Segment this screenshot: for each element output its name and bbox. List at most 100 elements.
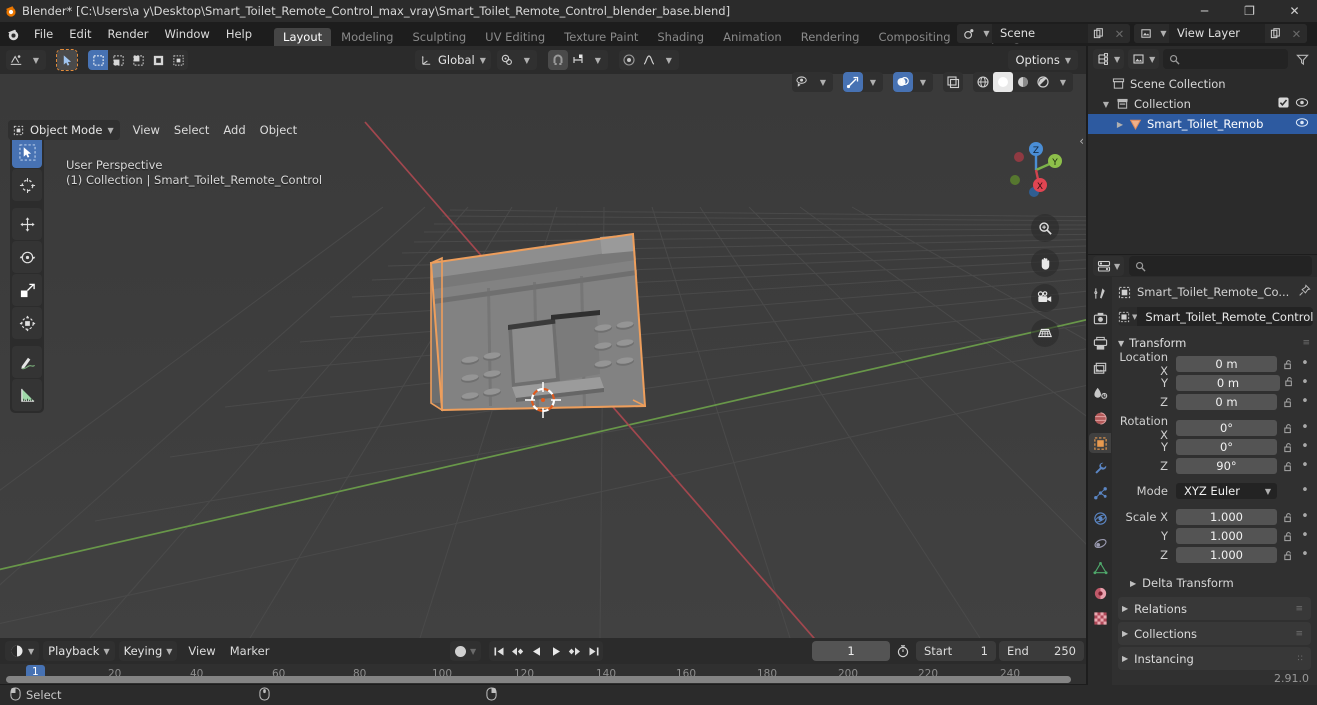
jump-to-end-button[interactable] <box>584 641 603 661</box>
view-layer-chevron-down-icon[interactable]: ▼ <box>1158 24 1169 43</box>
magnet-icon[interactable] <box>547 50 568 70</box>
delta-transform-panel[interactable]: ▶ Delta Transform <box>1118 572 1311 594</box>
minimize-button[interactable]: ─ <box>1182 0 1227 22</box>
physics-tab[interactable] <box>1089 508 1111 528</box>
object-tab[interactable] <box>1089 433 1111 453</box>
cursor-tool[interactable] <box>12 169 42 201</box>
scale-tool[interactable] <box>12 274 42 306</box>
scale-z-lock-icon[interactable] <box>1281 550 1295 561</box>
material-tab[interactable] <box>1089 583 1111 603</box>
previous-keyframe-button[interactable] <box>508 641 527 661</box>
outliner-row-collection[interactable]: ▼ Collection <box>1088 94 1317 114</box>
use-preview-range-icon[interactable] <box>893 642 913 660</box>
proportional-editing-controls[interactable]: ▼ <box>618 50 679 70</box>
rotation-mode-dropdown[interactable]: XYZ Euler ▼ <box>1176 483 1277 499</box>
current-frame-field[interactable]: 1 <box>812 641 890 661</box>
collection-expand-triangle-icon[interactable]: ▼ <box>1100 100 1112 109</box>
viewport-sidebar-toggle-icon[interactable]: ‹ <box>1079 134 1084 148</box>
workspace-tab-modeling[interactable]: Modeling <box>332 28 402 46</box>
timeline-editor-type-selector[interactable]: ▼ <box>5 641 40 661</box>
annotate-tool[interactable] <box>12 346 42 378</box>
outliner-search-input[interactable] <box>1163 49 1288 69</box>
scene-tab[interactable] <box>1089 383 1111 403</box>
rotation-y-value[interactable]: 0° <box>1176 439 1277 455</box>
select-intersect-icon[interactable] <box>168 50 188 70</box>
rotation-x-lock-icon[interactable] <box>1281 423 1295 434</box>
new-view-layer-button[interactable] <box>1265 24 1286 43</box>
view-layer-selector[interactable]: ▼ View Layer ✕ <box>1134 24 1307 43</box>
location-y-lock-icon[interactable] <box>1284 376 1295 390</box>
xray-toggle[interactable] <box>943 72 963 92</box>
menu-help[interactable]: Help <box>218 22 260 46</box>
world-tab[interactable] <box>1089 408 1111 428</box>
workspace-tab-texture-paint[interactable]: Texture Paint <box>555 28 647 46</box>
select-extend-icon[interactable] <box>108 50 128 70</box>
xray-icon[interactable] <box>943 72 963 92</box>
scene-selector[interactable]: ▼ Scene ✕ <box>957 24 1130 43</box>
outliner-editor-type-selector[interactable]: ▼ <box>1093 49 1125 69</box>
wireframe-shading-icon[interactable] <box>973 72 993 92</box>
menu-window[interactable]: Window <box>156 22 217 46</box>
rotation-x-animate-dot-icon[interactable]: • <box>1299 421 1311 434</box>
menu-render[interactable]: Render <box>100 22 157 46</box>
zoom-icon[interactable] <box>1031 214 1059 242</box>
blender-menu-icon[interactable] <box>0 22 26 46</box>
scale-y-lock-icon[interactable] <box>1281 531 1295 542</box>
rotation-y-lock-icon[interactable] <box>1281 442 1295 453</box>
location-x-animate-dot-icon[interactable]: • <box>1299 357 1311 370</box>
timeline-menu-view[interactable]: View <box>181 641 222 661</box>
output-tab[interactable] <box>1089 333 1111 353</box>
editor-type-icon[interactable] <box>6 50 26 70</box>
perspective-grid-icon[interactable] <box>1031 319 1059 347</box>
transform-orientation-dropdown[interactable]: Global ▼ <box>415 50 491 70</box>
maximize-button[interactable]: ❐ <box>1227 0 1272 22</box>
relations-panel[interactable]: ▶ Relations ≡ <box>1118 597 1311 620</box>
new-scene-button[interactable] <box>1088 24 1109 43</box>
playback-dropdown[interactable]: Playback ▼ <box>43 641 115 661</box>
select-subtract-icon[interactable] <box>128 50 148 70</box>
visibility-eye-icon[interactable] <box>792 72 813 92</box>
rendered-shading-icon[interactable] <box>1033 72 1053 92</box>
scale-y-value[interactable]: 1.000 <box>1176 528 1277 544</box>
location-y-value[interactable]: 0 m <box>1176 375 1280 391</box>
scale-x-lock-icon[interactable] <box>1281 512 1295 523</box>
show-overlays-icon[interactable] <box>893 72 913 92</box>
select-box-tool[interactable] <box>12 136 42 168</box>
object-data-tab[interactable] <box>1089 558 1111 578</box>
location-y-animate-dot-icon[interactable]: • <box>1299 376 1311 389</box>
location-z-value[interactable]: 0 m <box>1176 394 1277 410</box>
viewport-menu-select[interactable]: Select <box>167 120 216 140</box>
outliner-row-scene-collection[interactable]: Scene Collection <box>1088 74 1317 94</box>
overlays-toggle-group[interactable]: ▼ <box>893 72 933 92</box>
collection-visibility-eye-icon[interactable] <box>1295 97 1309 111</box>
location-z-animate-dot-icon[interactable]: • <box>1299 395 1311 408</box>
measure-tool[interactable] <box>12 379 42 411</box>
material-preview-shading-icon[interactable] <box>1013 72 1033 92</box>
texture-tab[interactable] <box>1089 608 1111 628</box>
pan-hand-icon[interactable] <box>1031 249 1059 277</box>
proportional-edit-icon[interactable] <box>619 50 639 70</box>
menu-edit[interactable]: Edit <box>61 22 99 46</box>
scale-y-animate-dot-icon[interactable]: • <box>1299 529 1311 542</box>
play-button[interactable] <box>546 641 565 661</box>
workspace-tab-compositing[interactable]: Compositing <box>869 28 959 46</box>
view-layer-name[interactable]: View Layer <box>1169 24 1265 43</box>
select-set-icon[interactable] <box>88 50 108 70</box>
rotation-y-animate-dot-icon[interactable]: • <box>1299 440 1311 453</box>
remove-view-layer-button[interactable]: ✕ <box>1286 24 1307 43</box>
viewport-menu-view[interactable]: View <box>126 120 167 140</box>
timeline-ruler[interactable]: 1 20 40 60 80 100 120 140 160 180 200 22… <box>0 664 1086 684</box>
scale-z-value[interactable]: 1.000 <box>1176 547 1277 563</box>
constraints-tab[interactable] <box>1089 533 1111 553</box>
auto-keying-toggle[interactable]: ▼ <box>450 641 482 661</box>
transform-tool[interactable] <box>12 307 42 339</box>
timeline-horizontal-scrollbar[interactable] <box>6 676 1071 683</box>
play-reverse-button[interactable] <box>527 641 546 661</box>
object-visibility-eye-icon[interactable] <box>1295 117 1309 131</box>
select-invert-icon[interactable] <box>148 50 168 70</box>
workspace-tab-shading[interactable]: Shading <box>648 28 713 46</box>
menu-file[interactable]: File <box>26 22 61 46</box>
rotation-x-value[interactable]: 0° <box>1176 420 1277 436</box>
workspace-tab-layout[interactable]: Layout <box>274 28 332 46</box>
visibility-dropdown[interactable]: ▼ <box>792 72 833 92</box>
